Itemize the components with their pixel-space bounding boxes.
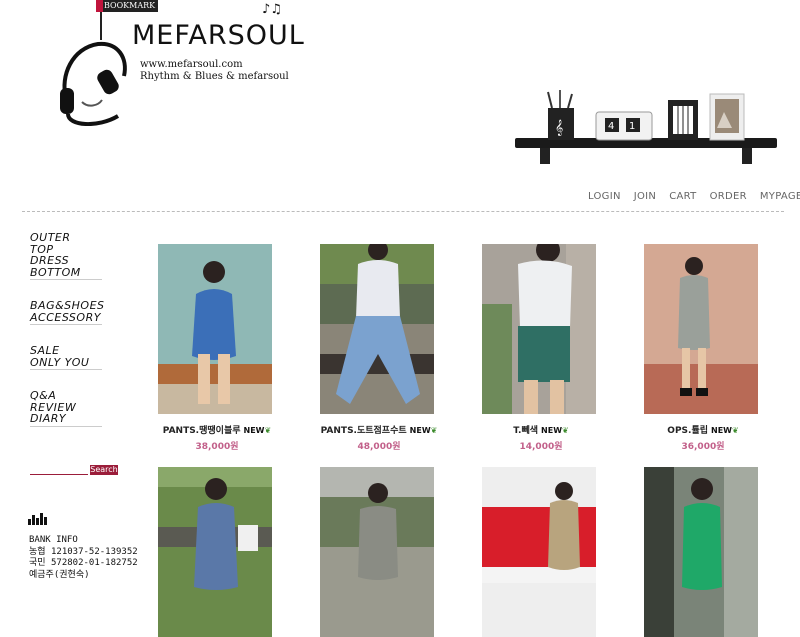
product-photo[interactable] (320, 467, 434, 637)
product-name[interactable]: T.뻬색 NEW❦ (482, 423, 600, 436)
leaf-icon: ❦ (264, 426, 272, 435)
nav-login[interactable]: LOGIN (588, 191, 621, 202)
nav-order[interactable]: ORDER (710, 191, 747, 202)
clock-digit: 1 (629, 121, 635, 132)
header-divider (22, 211, 784, 212)
category-bag-shoes[interactable]: BAG&SHOES (30, 300, 104, 312)
product-price: 38,000원 (195, 442, 239, 452)
shelf-illustration: 𝄞 4 1 (515, 90, 777, 164)
product-photo[interactable] (158, 244, 272, 414)
bank-info: BANK INFO 농협 121037-52-139352 국민 572802-… (29, 535, 138, 581)
bank-info-title: BANK INFO (29, 535, 78, 545)
svg-text:𝄞: 𝄞 (555, 120, 563, 136)
category-group-goods: BAG&SHOES ACCESSORY (30, 300, 104, 326)
board-diary[interactable]: DIARY (30, 413, 102, 425)
nav-mypage[interactable]: MYPAGE (760, 191, 800, 202)
product-card[interactable]: PANTS.땡땡이블루 NEW❦ 38,000원 (158, 244, 276, 452)
category-bottom[interactable]: BOTTOM (30, 267, 102, 279)
category-accessory[interactable]: ACCESSORY (30, 311, 102, 324)
brand-logo[interactable]: MEFARSOUL (132, 20, 305, 51)
clock-digit: 4 (608, 121, 614, 132)
new-badge: NEW❦ (243, 426, 272, 435)
nav-join[interactable]: JOIN (634, 191, 656, 202)
product-card[interactable]: PANTS.도트점프수트 NEW❦ 48,000원 (320, 240, 438, 452)
product-photo[interactable] (482, 467, 596, 637)
product-card[interactable]: T.뻬색 NEW❦ 14,000원 (482, 238, 600, 452)
product-photo[interactable] (158, 467, 272, 637)
category-group-clothing: OUTER TOP DRESS BOTTOM (30, 232, 102, 281)
music-note-icon: ♪♫ (262, 2, 282, 17)
site-url: www.mefarsoul.com (140, 59, 243, 70)
product-card[interactable]: OPS.튤립 NEW❦ 36,000원 (644, 244, 762, 452)
product-price: 14,000원 (519, 442, 563, 452)
category-group-board: Q&A REVIEW DIARY (30, 390, 102, 427)
category-sale[interactable]: SALE (30, 345, 102, 357)
search-button[interactable]: Search (90, 465, 118, 475)
board-qna[interactable]: Q&A (30, 390, 102, 402)
product-name[interactable]: OPS.튤립 NEW❦ (644, 423, 762, 436)
nav-cart[interactable]: CART (669, 191, 696, 202)
leaf-icon: ❦ (430, 426, 438, 435)
category-only-you[interactable]: ONLY YOU (30, 356, 102, 369)
bank-account: 국민 572802-01-182752 (29, 558, 138, 568)
new-badge: NEW❦ (409, 426, 438, 435)
product-photo[interactable] (320, 240, 434, 414)
category-outer[interactable]: OUTER (30, 232, 102, 244)
site-tagline: Rhythm & Blues & mefarsoul (140, 71, 289, 82)
bank-holder: 예금주(권현숙) (29, 569, 90, 580)
product-name[interactable]: PANTS.땡땡이블루 NEW❦ (158, 423, 276, 436)
product-photo[interactable] (644, 244, 758, 414)
product-price: 48,000원 (357, 442, 401, 452)
new-badge: NEW❦ (711, 426, 739, 435)
new-badge: NEW❦ (541, 426, 569, 435)
leaf-icon: ❦ (562, 426, 569, 435)
bank-account: 농협 121037-52-139352 (29, 546, 138, 557)
headphone-icon (60, 41, 127, 126)
equalizer-icon (28, 513, 47, 525)
top-nav: LOGIN JOIN CART ORDER MYPAGE (588, 191, 800, 202)
product-photo[interactable] (644, 467, 758, 637)
category-group-sale: SALE ONLY YOU (30, 345, 102, 371)
bookmark-flag[interactable]: BOOKMARK (96, 0, 158, 12)
product-price: 36,000원 (681, 442, 725, 452)
product-photo[interactable] (482, 238, 596, 414)
product-name[interactable]: PANTS.도트점프수트 NEW❦ (320, 423, 438, 436)
search-input[interactable] (30, 474, 88, 475)
leaf-icon: ❦ (732, 426, 739, 435)
